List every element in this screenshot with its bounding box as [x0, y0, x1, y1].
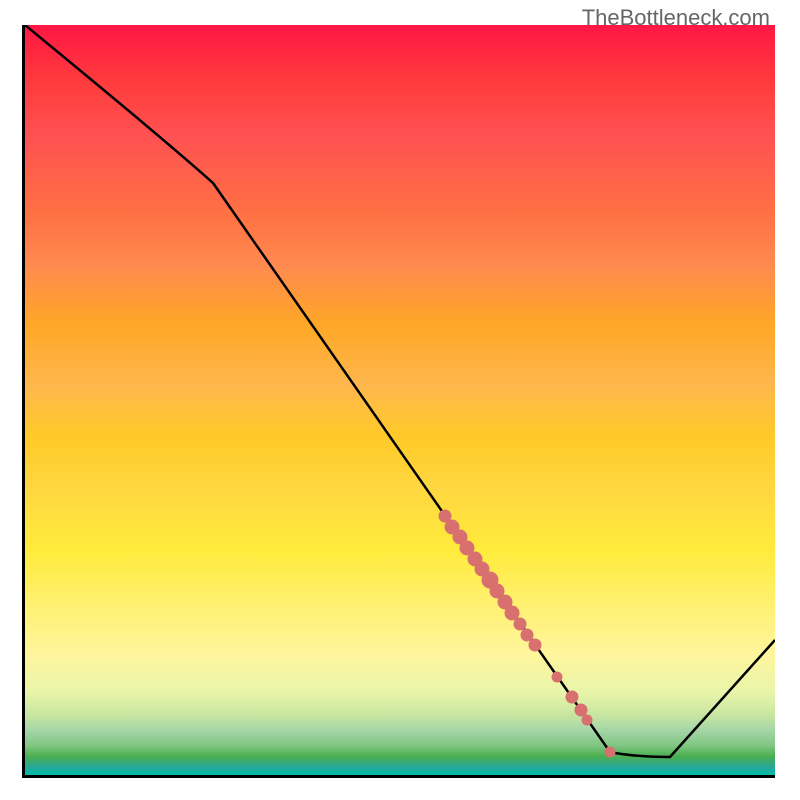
chart-container: TheBottleneck.com	[0, 0, 800, 800]
chart-svg	[25, 25, 775, 775]
data-points-cluster	[439, 510, 615, 757]
watermark-text: TheBottleneck.com	[582, 5, 770, 31]
plot-area	[25, 25, 775, 775]
bottleneck-curve-line	[25, 25, 775, 757]
x-axis	[25, 775, 775, 778]
